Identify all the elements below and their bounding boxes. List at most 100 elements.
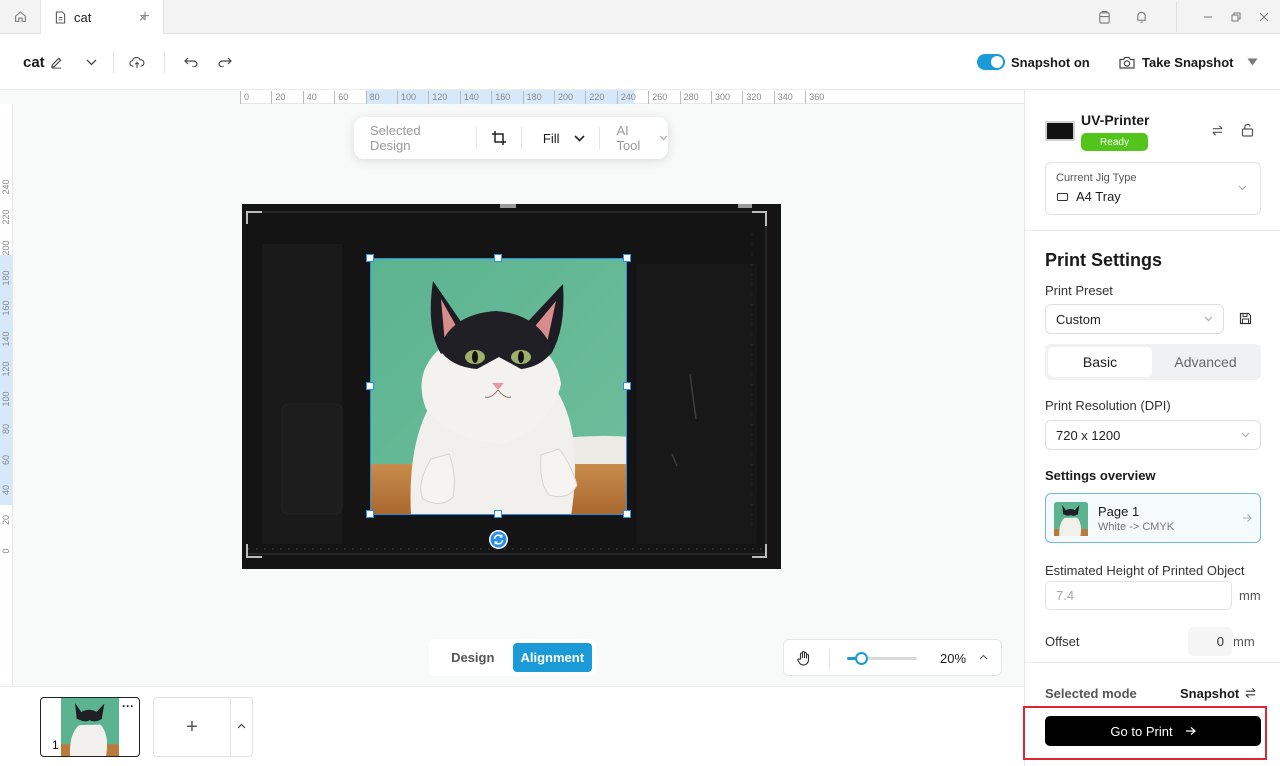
selected-mode-label: Selected mode bbox=[1045, 686, 1137, 701]
add-page-button[interactable]: + bbox=[154, 698, 230, 756]
zoom-slider-track[interactable] bbox=[847, 652, 917, 665]
ruler-tick-label: 220 bbox=[1, 209, 11, 225]
unlock-icon[interactable] bbox=[1241, 123, 1254, 137]
arrow-right-icon bbox=[1185, 727, 1196, 735]
jig-type-select[interactable]: Current Jig Type A4 Tray bbox=[1045, 162, 1261, 215]
ruler-tick-label: 360 bbox=[805, 91, 824, 104]
ruler-tick-label: 140 bbox=[459, 91, 479, 104]
close-window-icon[interactable] bbox=[1254, 0, 1274, 33]
canvas-mode-switch: Design Alignment bbox=[429, 639, 596, 676]
upload-cloud-icon[interactable] bbox=[129, 34, 145, 90]
switch-mode-icon[interactable] bbox=[1244, 687, 1257, 699]
alignment-mode-button[interactable]: Alignment bbox=[512, 643, 592, 672]
go-to-print-button[interactable]: Go to Print bbox=[1045, 716, 1261, 746]
redo-icon[interactable] bbox=[218, 34, 232, 90]
restore-icon[interactable] bbox=[1226, 0, 1246, 33]
fill-mode-chevron-icon[interactable] bbox=[573, 134, 585, 142]
fill-mode-label[interactable]: Fill bbox=[543, 131, 560, 146]
ruler-tick-label: 180 bbox=[522, 91, 542, 104]
ai-tool-label[interactable]: AI Tool bbox=[616, 123, 654, 153]
page-thumbnail[interactable]: 1 ··· bbox=[40, 697, 140, 757]
page-overview-card[interactable]: Page 1 White -> CMYK bbox=[1045, 493, 1261, 543]
resize-handle-s[interactable] bbox=[494, 510, 502, 518]
overview-ink-mode: White -> CMYK bbox=[1098, 521, 1175, 533]
zoom-slider-knob[interactable] bbox=[855, 652, 868, 665]
undo-icon[interactable] bbox=[184, 34, 198, 90]
snapshot-toggle-label: Snapshot on bbox=[1011, 54, 1090, 70]
zoom-divider bbox=[829, 649, 830, 667]
rotate-handle-icon[interactable] bbox=[489, 530, 508, 549]
ruler-tick-label: 300 bbox=[711, 91, 730, 104]
printer-name: UV-Printer bbox=[1081, 112, 1150, 128]
titlebar-divider bbox=[1176, 2, 1177, 32]
printer-status-badge: Ready bbox=[1081, 133, 1148, 151]
selected-design-image[interactable] bbox=[370, 258, 627, 515]
toggle-switch[interactable] bbox=[977, 54, 1005, 70]
pan-hand-icon[interactable] bbox=[796, 650, 812, 666]
snapshot-toggle[interactable] bbox=[977, 34, 1005, 90]
page-strip-collapse-icon[interactable] bbox=[237, 723, 246, 729]
ruler-tick-label: 40 bbox=[1, 485, 11, 496]
switch-printer-icon[interactable] bbox=[1211, 124, 1224, 137]
resolution-select[interactable]: 720 x 1200 bbox=[1045, 420, 1261, 450]
new-tab-button[interactable]: + bbox=[134, 0, 156, 33]
horizontal-ruler: 0 20 40 60 80 100 120 140 160 180 200 220 240 260 280 3… bbox=[240, 90, 1024, 104]
ruler-tick-label: 280 bbox=[679, 91, 699, 104]
toolbar-divider bbox=[113, 51, 114, 73]
page-more-icon[interactable]: ··· bbox=[122, 699, 134, 713]
resize-handle-ne[interactable] bbox=[623, 254, 631, 262]
page-number: 1 bbox=[52, 738, 59, 752]
snapshot-menu-caret-icon[interactable] bbox=[1247, 34, 1258, 90]
resolution-value: 720 x 1200 bbox=[1056, 427, 1121, 443]
jig-type-value: A4 Tray bbox=[1076, 189, 1121, 204]
ruler-tick-label: 180 bbox=[1, 270, 11, 286]
context-divider bbox=[475, 127, 477, 149]
ruler-tick-label: 80 bbox=[365, 91, 380, 104]
ruler-tick-label: 320 bbox=[742, 91, 761, 104]
resize-handle-sw[interactable] bbox=[366, 510, 374, 518]
estimated-height-input[interactable]: 7.4 bbox=[1045, 581, 1232, 610]
page-thumbnail-image bbox=[61, 698, 119, 756]
print-preset-label: Print Preset bbox=[1045, 283, 1113, 298]
ruler-tick-label: 240 bbox=[1, 179, 11, 195]
overview-arrow-icon bbox=[1242, 513, 1252, 523]
minimize-icon[interactable] bbox=[1198, 0, 1218, 33]
toolbar-divider bbox=[164, 51, 165, 73]
resize-handle-nw[interactable] bbox=[366, 254, 374, 262]
resize-handle-n[interactable] bbox=[494, 254, 502, 262]
resize-handle-w[interactable] bbox=[366, 382, 374, 390]
ruler-tick-label: 60 bbox=[1, 454, 11, 465]
document-menu-chevron-icon[interactable] bbox=[86, 34, 97, 90]
bell-icon[interactable] bbox=[1131, 0, 1151, 33]
cart-icon[interactable] bbox=[1094, 0, 1114, 33]
take-snapshot-button[interactable]: Take Snapshot bbox=[1142, 34, 1234, 90]
ruler-tick-label: 120 bbox=[428, 91, 447, 104]
cat-photo bbox=[371, 259, 626, 514]
go-to-print-label: Go to Print bbox=[1110, 723, 1173, 739]
resize-handle-se[interactable] bbox=[623, 510, 631, 518]
zoom-menu-chevron-icon[interactable] bbox=[979, 654, 988, 660]
selection-context-bar: Selected Design Fill AI Tool bbox=[354, 117, 668, 159]
save-preset-icon[interactable] bbox=[1239, 312, 1252, 325]
height-unit: mm bbox=[1239, 588, 1261, 603]
home-icon[interactable] bbox=[8, 0, 32, 33]
ruler-tick-label: 20 bbox=[271, 91, 285, 104]
ruler-tick-label: 40 bbox=[302, 91, 317, 104]
print-preset-value: Custom bbox=[1056, 311, 1101, 327]
ruler-tick-label: 20 bbox=[1, 515, 11, 526]
ruler-tick-label: 0 bbox=[1, 548, 11, 554]
ai-tool-chevron-icon[interactable] bbox=[659, 135, 668, 141]
edit-name-icon[interactable] bbox=[50, 34, 63, 90]
add-page-card: + bbox=[153, 697, 253, 757]
camera-icon[interactable] bbox=[1119, 34, 1135, 90]
document-name[interactable]: cat bbox=[23, 34, 45, 90]
design-mode-button[interactable]: Design bbox=[433, 643, 513, 672]
print-preset-select[interactable]: Custom bbox=[1045, 304, 1224, 334]
offset-input[interactable]: 0 bbox=[1188, 627, 1232, 656]
crop-icon[interactable] bbox=[491, 130, 507, 146]
tab-advanced[interactable]: Advanced bbox=[1153, 347, 1258, 377]
selected-mode-value: Snapshot bbox=[1180, 686, 1240, 701]
ruler-tick-label: 100 bbox=[1, 391, 11, 407]
resize-handle-e[interactable] bbox=[623, 382, 631, 390]
tab-basic[interactable]: Basic bbox=[1048, 347, 1152, 377]
